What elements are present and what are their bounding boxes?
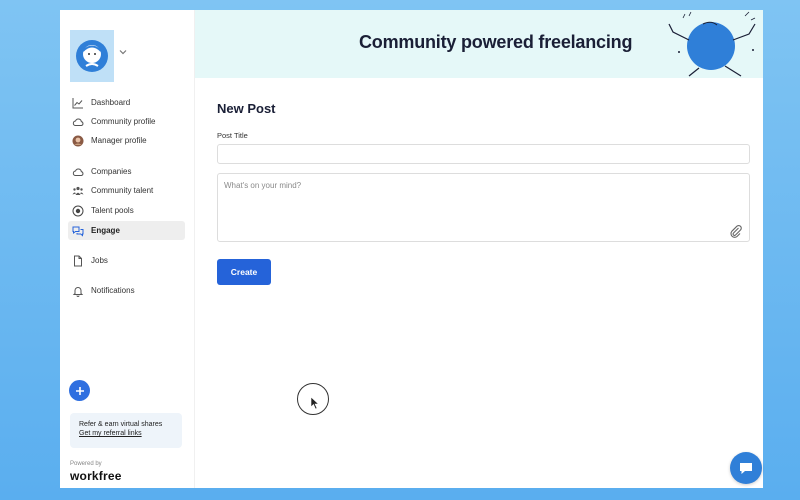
sidebar-item-dashboard[interactable]: Dashboard	[68, 93, 185, 112]
mouse-pointer-icon	[310, 396, 320, 410]
post-body-textarea[interactable]	[217, 173, 750, 242]
powered-by-label: Powered by	[70, 461, 102, 467]
plus-icon	[75, 386, 84, 395]
chevron-down-icon[interactable]	[116, 45, 130, 59]
post-title-input[interactable]	[217, 144, 750, 164]
sidebar-item-label: Talent pools	[91, 206, 134, 215]
cloud-icon	[72, 166, 84, 178]
sidebar: Dashboard Community profile Manager prof…	[60, 10, 195, 488]
sidebar-item-community-profile[interactable]: Community profile	[68, 112, 185, 131]
chat-bubbles-icon	[72, 225, 84, 237]
cloud-icon	[72, 116, 84, 128]
sidebar-item-label: Manager profile	[91, 136, 147, 145]
sidebar-item-jobs[interactable]: Jobs	[68, 251, 185, 270]
sidebar-item-label: Dashboard	[91, 98, 131, 107]
bell-icon	[72, 285, 84, 297]
referral-text: Refer & earn virtual shares	[79, 421, 163, 428]
community-logo[interactable]	[70, 30, 114, 82]
sidebar-item-notifications[interactable]: Notifications	[68, 281, 185, 300]
header-banner: Community powered freelancing	[195, 10, 763, 78]
sidebar-item-community-talent[interactable]: Community talent	[68, 181, 185, 200]
paperclip-icon[interactable]	[729, 224, 743, 238]
sidebar-item-companies[interactable]: Companies	[68, 162, 185, 181]
sidebar-item-talent-pools[interactable]: Talent pools	[68, 201, 185, 220]
chat-bubble-icon	[740, 463, 752, 474]
sidebar-item-label: Community profile	[91, 117, 156, 126]
avatar-icon	[72, 135, 84, 147]
create-button[interactable]: Create	[217, 259, 271, 285]
sidebar-item-label: Engage	[91, 226, 120, 235]
chart-line-icon	[72, 97, 84, 109]
page-title: New Post	[217, 101, 276, 116]
sidebar-item-label: Notifications	[91, 286, 135, 295]
brand-logo: workfree	[70, 469, 122, 483]
add-button[interactable]	[69, 380, 90, 401]
sidebar-item-label: Companies	[91, 167, 132, 176]
people-icon	[72, 185, 84, 197]
main-content: New Post Post Title Create	[195, 78, 763, 488]
sidebar-item-manager-profile[interactable]: Manager profile	[68, 131, 185, 150]
document-icon	[72, 255, 84, 267]
app-window: Dashboard Community profile Manager prof…	[60, 10, 763, 488]
banner-title: Community powered freelancing	[359, 32, 633, 52]
sidebar-item-engage[interactable]: Engage	[68, 221, 185, 240]
target-icon	[72, 205, 84, 217]
sidebar-item-label: Jobs	[91, 256, 108, 265]
sidebar-item-label: Community talent	[91, 186, 154, 195]
chat-launcher-button[interactable]	[730, 452, 762, 484]
referral-card: Refer & earn virtual shares Get my refer…	[70, 413, 182, 448]
referral-link[interactable]: Get my referral links	[79, 430, 182, 437]
mascot-illustration-icon	[668, 11, 756, 77]
post-title-label: Post Title	[217, 131, 248, 140]
community-avatar-icon	[76, 40, 108, 72]
